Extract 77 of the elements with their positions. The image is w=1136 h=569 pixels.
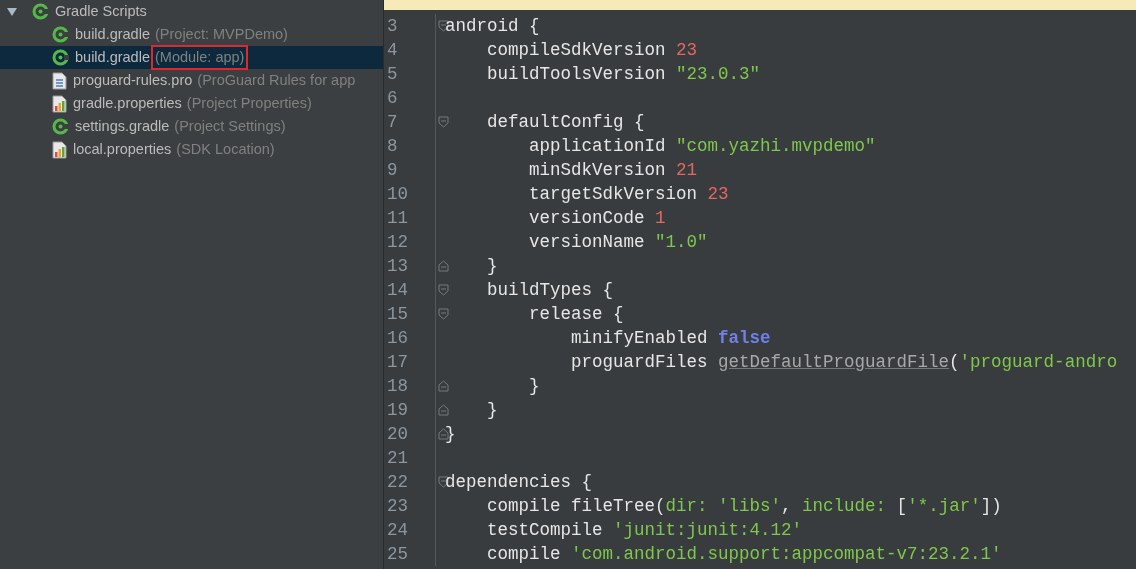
tree-item[interactable]: gradle.properties (Project Properties)	[0, 92, 383, 115]
code-line: applicationId "com.yazhi.mvpdemo"	[528, 135, 876, 158]
line-number: 10	[386, 183, 409, 206]
fold-marker-icon[interactable]	[438, 260, 449, 272]
code-line: }	[486, 255, 498, 278]
line-number: 19	[386, 399, 409, 422]
line-number: 8	[386, 135, 399, 158]
file-name: build.gradle	[75, 47, 150, 67]
gradle-icon	[32, 3, 49, 20]
line-number: 14	[386, 279, 409, 302]
fold-marker-icon[interactable]	[438, 404, 449, 416]
code-line: }	[486, 399, 498, 422]
tree-item[interactable]: proguard-rules.pro (ProGuard Rules for app	[0, 69, 383, 92]
line-number: 5	[386, 63, 399, 86]
code-line: compile 'com.android.support:appcompat-v7:23.2.1'	[486, 543, 1002, 566]
line-number: 4	[386, 39, 399, 62]
line-number: 11	[386, 207, 409, 230]
code-line: targetSdkVersion 23	[528, 183, 729, 206]
fold-marker-icon[interactable]	[438, 380, 449, 392]
gradle-icon	[52, 26, 69, 43]
fold-marker-icon[interactable]	[438, 308, 449, 320]
chart-file-icon	[52, 94, 67, 113]
line-number: 7	[386, 111, 399, 134]
code-line: defaultConfig {	[486, 111, 645, 134]
code-line: android {	[445, 15, 540, 38]
fold-marker-icon[interactable]	[438, 284, 449, 296]
line-number: 13	[386, 255, 409, 278]
tree-item[interactable]: local.properties (SDK Location)	[0, 138, 383, 161]
code-line: versionCode 1	[528, 207, 666, 230]
gradle-icon	[52, 49, 69, 66]
file-name: build.gradle	[75, 24, 150, 44]
gradle-icon	[52, 118, 69, 135]
code-line: compile fileTree(dir: 'libs', include: ['*.jar'])	[486, 495, 1002, 518]
code-line: minifyEnabled false	[570, 327, 771, 350]
tree-item[interactable]: settings.gradle (Project Settings)	[0, 115, 383, 138]
code-line: buildTypes {	[486, 279, 614, 302]
line-number: 23	[386, 495, 409, 518]
file-description: (Project Properties)	[185, 93, 313, 113]
file-name: local.properties	[73, 139, 172, 159]
tree-item[interactable]: build.gradle (Module: app)	[0, 46, 383, 69]
line-number: 9	[386, 159, 399, 182]
line-number: 3	[386, 15, 399, 38]
tree-item[interactable]: build.gradle (Project: MVPDemo)	[0, 23, 383, 46]
code-line: proguardFiles getDefaultProguardFile('proguard-andro	[570, 351, 1118, 374]
line-number: 25	[386, 543, 409, 566]
file-description: (Project: MVPDemo)	[154, 24, 289, 44]
code-line: }	[528, 375, 540, 398]
file-name: proguard-rules.pro	[73, 70, 193, 90]
code-line: compileSdkVersion 23	[486, 39, 698, 62]
line-number: 20	[386, 423, 409, 446]
line-number: 18	[386, 375, 409, 398]
file-description: (ProGuard Rules for app	[196, 70, 357, 90]
file-description: (Project Settings)	[173, 116, 287, 136]
line-number: 15	[386, 303, 409, 326]
text-file-icon	[52, 71, 67, 90]
line-number: 22	[386, 471, 409, 494]
line-number: 6	[386, 87, 399, 110]
code-line: release {	[528, 303, 624, 326]
file-description: (Module: app)	[151, 44, 249, 71]
file-name: settings.gradle	[75, 116, 170, 136]
code-line: }	[445, 423, 456, 446]
code-line: versionName "1.0"	[528, 231, 708, 254]
fold-marker-icon[interactable]	[438, 116, 449, 128]
code-line: buildToolsVersion "23.0.3"	[486, 63, 761, 86]
line-number: 17	[386, 351, 409, 374]
tree-node-label[interactable]: Gradle Scripts	[55, 0, 147, 23]
line-number: 24	[386, 519, 409, 542]
line-number: 12	[386, 231, 409, 254]
line-number: 16	[386, 327, 409, 350]
code-line: testCompile 'junit:junit:4.12'	[486, 519, 803, 542]
chart-file-icon	[52, 140, 67, 159]
expand-arrow-icon[interactable]	[6, 6, 18, 17]
code-line: minSdkVersion 21	[528, 159, 698, 182]
code-line: dependencies {	[445, 471, 593, 494]
line-number: 21	[386, 447, 409, 470]
file-name: gradle.properties	[73, 93, 182, 113]
file-description: (SDK Location)	[175, 139, 276, 159]
